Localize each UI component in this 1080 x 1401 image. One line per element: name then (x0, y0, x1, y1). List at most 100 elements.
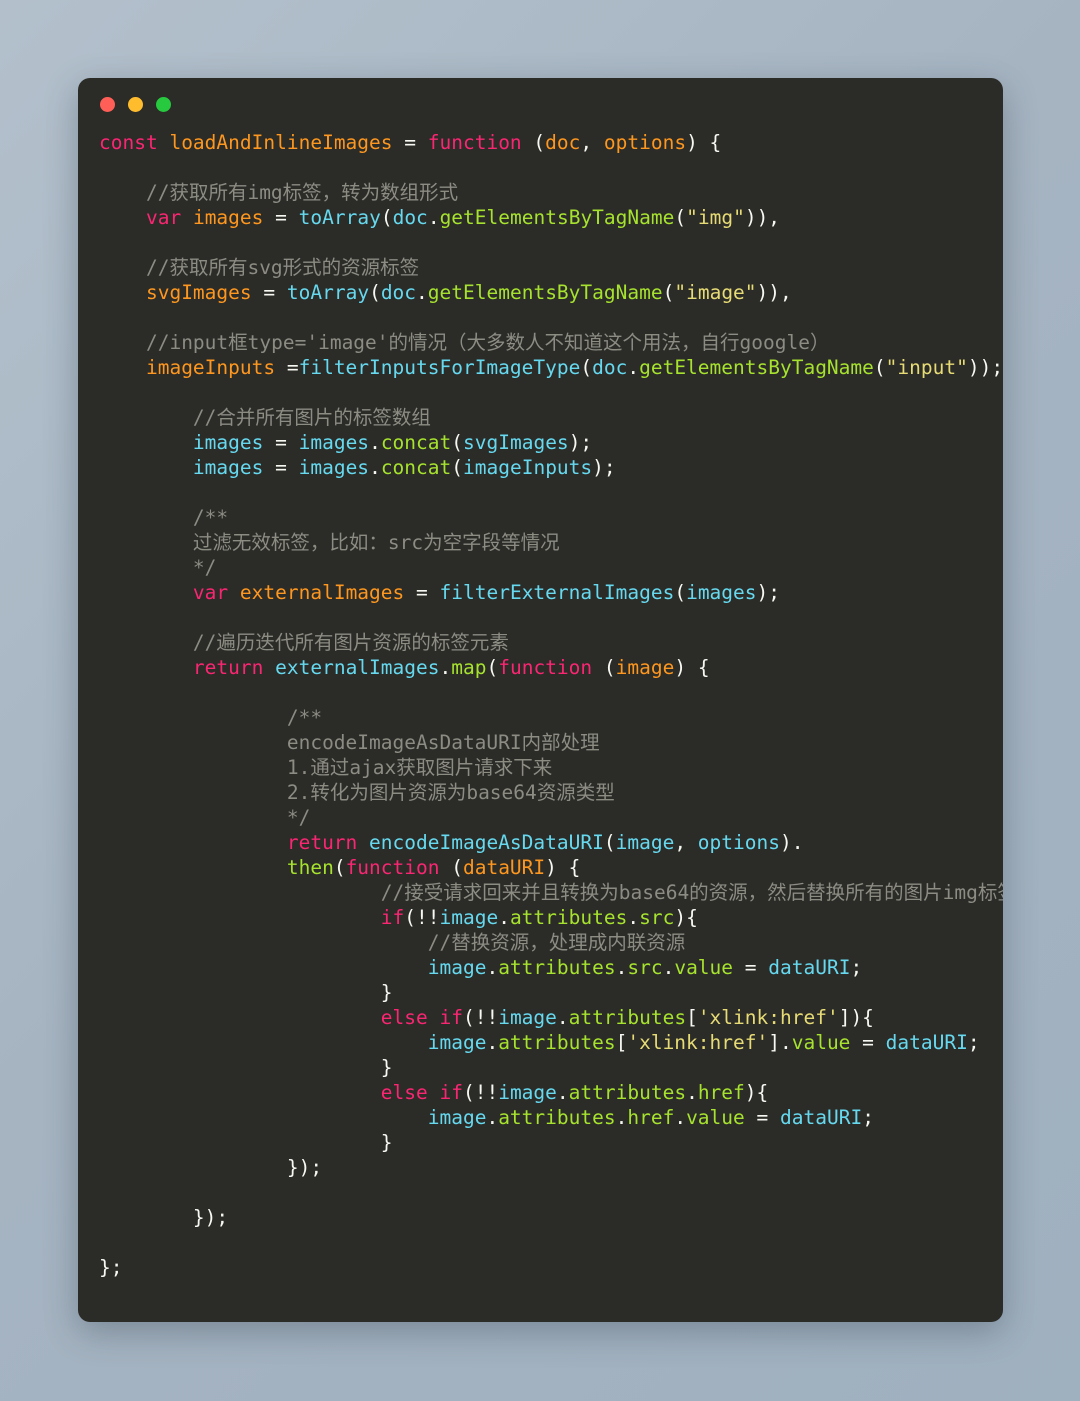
code-token-plain: ; (967, 1031, 980, 1054)
code-token-ident: image (439, 906, 499, 929)
code-token-prop: value (686, 1106, 745, 1129)
code-line: 1.通过ajax获取图片请求下来 (99, 755, 1003, 780)
code-token-kw: function (345, 856, 440, 879)
code-token-fn: getElementsByTagName (639, 356, 874, 379)
code-token-plain: ); (592, 456, 616, 479)
code-token-plain: . (498, 906, 510, 929)
code-line: imageInputs =filterInputsForImageType(do… (99, 355, 1003, 380)
code-token-ident: externalImages (275, 656, 440, 679)
close-button[interactable] (100, 96, 115, 112)
code-token-decl: doc (545, 131, 581, 154)
code-token-prop: attributes (568, 1006, 687, 1029)
code-token-plain: , (580, 131, 604, 154)
code-token-plain: ); (756, 581, 781, 604)
maximize-button[interactable] (156, 96, 171, 112)
code-token-plain: (!! (462, 1006, 499, 1029)
code-token-kw: return (192, 656, 264, 679)
code-line: /** (99, 505, 1003, 530)
code-token-plain: ( (439, 856, 463, 879)
code-token-plain: = (744, 1106, 780, 1129)
code-token-prop: attributes (509, 906, 628, 929)
code-line: }); (99, 1155, 1003, 1180)
code-token-str: "image" (674, 281, 757, 304)
code-token-plain: ( (662, 281, 675, 304)
code-token-plain: (!! (404, 906, 440, 929)
code-line: //获取所有img标签，转为数组形式 (99, 180, 1003, 205)
code-token-plain: } (380, 1131, 393, 1154)
code-token-com: 过滤无效标签，比如：src为空字段等情况 (192, 531, 560, 554)
code-token-com: //获取所有svg形式的资源标签 (145, 256, 420, 279)
code-token-com: //获取所有img标签，转为数组形式 (145, 181, 459, 204)
code-line: images = images.concat(svgImages); (99, 430, 1003, 455)
code-token-plain: . (662, 956, 675, 979)
code-token-fn: concat (380, 431, 452, 454)
code-line: */ (99, 555, 1003, 580)
code-token-fn: getElementsByTagName (439, 206, 675, 229)
code-token-plain: ( (603, 831, 616, 854)
code-token-plain: ( (486, 656, 499, 679)
code-token-plain: ) { (686, 131, 722, 154)
code-token-com: //遍历迭代所有图片资源的标签元素 (192, 631, 509, 654)
code-line: image.attributes.src.value = dataURI; (99, 955, 1003, 980)
code-token-prop: attributes (498, 1106, 616, 1129)
code-token-kw: if (439, 1006, 463, 1029)
code-token-plain: = (392, 131, 428, 154)
code-token-plain: ( (674, 206, 687, 229)
code-token-plain: ( (580, 356, 593, 379)
code-token-ident: toArray (286, 281, 370, 304)
code-token-prop: href (697, 1081, 745, 1104)
code-token-plain: }); (286, 1156, 323, 1179)
code-token-plain: = (263, 456, 299, 479)
code-token-plain: . (486, 956, 499, 979)
code-token-com: //合并所有图片的标签数组 (192, 406, 431, 429)
code-token-plain: ( (333, 856, 346, 879)
code-token-ident: options (697, 831, 780, 854)
code-token-plain: ]){ (838, 1006, 874, 1029)
code-token-plain: = (733, 956, 769, 979)
code-token-prop: attributes (498, 956, 616, 979)
code-block[interactable]: const loadAndInlineImages = function ( do… (78, 130, 1003, 1280)
code-token-ident: dataURI (768, 956, 851, 979)
code-token-kw: function (427, 131, 522, 154)
code-token-kw: function (498, 656, 593, 679)
code-token-decl: imageInputs (145, 356, 276, 379)
code-token-plain: ( (451, 456, 464, 479)
code-token-ident: image (498, 1006, 557, 1029)
code-token-plain: . (369, 431, 381, 454)
code-line: else if(!!image.attributes.href){ (99, 1080, 1003, 1105)
code-token-plain: . (416, 281, 428, 304)
code-token-prop: attributes (568, 1081, 687, 1104)
code-token-plain: ( (380, 206, 393, 229)
code-token-plain: }); (192, 1206, 229, 1229)
code-line: 过滤无效标签，比如：src为空字段等情况 (99, 530, 1003, 555)
code-line: const loadAndInlineImages = function (do… (99, 130, 1003, 155)
code-token-decl: externalImages (239, 581, 405, 604)
code-token-com: 1.通过ajax获取图片请求下来 (286, 756, 553, 779)
code-token-com: //input框type='image'的情况（大多数人不知道这个用法，自行go… (145, 331, 830, 354)
code-token-prop: src (639, 906, 675, 929)
code-token-decl: image (615, 656, 675, 679)
code-line: image.attributes.href.value = dataURI; (99, 1105, 1003, 1130)
code-token-plain: } (380, 1056, 393, 1079)
code-token-com: encodeImageAsDataURI内部处理 (286, 731, 600, 754)
minimize-button[interactable] (128, 96, 143, 112)
code-token-com: */ (192, 556, 217, 579)
code-token-com: //替换资源，处理成内联资源 (427, 931, 686, 954)
code-token-com: /** (286, 706, 323, 729)
code-token-plain: )); (967, 356, 1003, 379)
code-token-plain: . (556, 1006, 569, 1029)
code-token-kw: if (439, 1081, 463, 1104)
code-token-kw: const (99, 131, 158, 154)
code-token-prop: href (627, 1106, 675, 1129)
code-token-plain: . (439, 656, 452, 679)
code-token-ident: encodeImageAsDataURI (369, 831, 604, 854)
code-token-decl: loadAndInlineImages (169, 131, 393, 154)
code-token-decl: images (192, 206, 264, 229)
code-token-plain: ) { (674, 656, 710, 679)
